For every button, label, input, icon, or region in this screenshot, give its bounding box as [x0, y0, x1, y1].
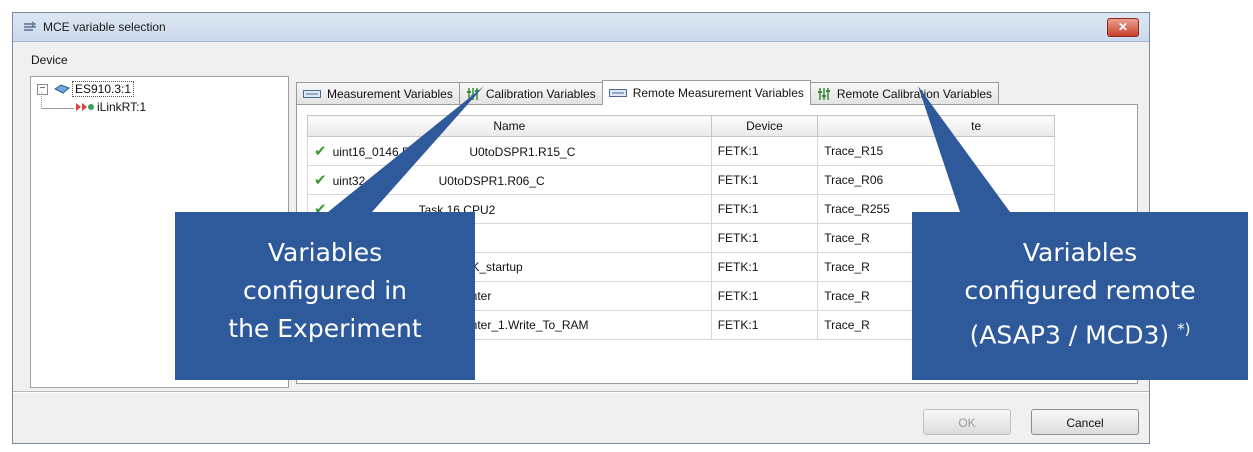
link-device-icon: [76, 103, 94, 111]
callout-line: Variables: [1022, 238, 1138, 267]
tab-remote-calibration-variables[interactable]: Remote Calibration Variables: [809, 82, 1000, 104]
calibration-icon: [466, 87, 479, 100]
tree-child-label: iLinkRT:1: [97, 100, 147, 114]
callout-line: Variables: [267, 238, 383, 267]
close-button[interactable]: ✕: [1107, 18, 1139, 37]
measurement-icon: [608, 89, 627, 97]
table-row[interactable]: ✔ uint16_0146.F U0toDSPR1.R15_C FETK:1 Tra…: [307, 136, 1055, 166]
device-cell: FETK:1: [710, 281, 819, 311]
callout-line: configured remote: [964, 276, 1196, 305]
device-module-icon: [54, 84, 70, 94]
column-header-trace[interactable]: te: [817, 115, 1055, 137]
remote-callout: Variables configured remote (ASAP3 / MCD…: [912, 212, 1248, 380]
callout-line: configured in: [242, 276, 408, 305]
variable-name: uint16_0146.F: [332, 145, 410, 159]
tree-child-node[interactable]: iLinkRT:1: [75, 100, 146, 114]
column-header-name[interactable]: Name: [307, 115, 712, 137]
tab-measurement-variables[interactable]: Measurement Variables: [296, 82, 460, 104]
window-title: MCE variable selection: [43, 20, 166, 34]
variable-selection-icon: [24, 21, 37, 31]
tab-calibration-variables[interactable]: Calibration Variables: [458, 82, 603, 104]
device-cell: FETK:1: [710, 194, 819, 224]
check-icon: ✔: [314, 172, 327, 189]
tab-label: Calibration Variables: [485, 86, 596, 101]
tab-strip: Measurement Variables Calibration Variab…: [296, 80, 1000, 105]
name-cell: ✔ uint32_0 U0toDSPR1.R06_C: [307, 165, 712, 195]
button-separator: [13, 391, 1149, 393]
callout-line: (ASAP3 / MCD3): [969, 320, 1170, 350]
ok-button[interactable]: OK: [923, 409, 1011, 435]
calibration-icon: [817, 87, 830, 100]
device-cell: FETK:1: [710, 223, 819, 253]
device-label: Device: [31, 53, 68, 67]
variable-name-suffix: U0toDSPR1.R06_C: [438, 174, 545, 188]
table-header-row: Name Device te: [307, 115, 1055, 137]
check-icon: ✔: [314, 143, 327, 160]
tab-label: Measurement Variables: [327, 86, 453, 101]
experiment-callout: Variables configured in the Experiment: [175, 212, 475, 380]
tree-connector: [41, 92, 43, 109]
trace-cell: Trace_R15: [817, 136, 1055, 166]
variable-name-suffix: U0toDSPR1.R15_C: [469, 145, 576, 159]
measurement-icon: [303, 89, 321, 98]
device-cell: FETK:1: [710, 136, 819, 166]
name-cell: ✔ uint16_0146.F U0toDSPR1.R15_C: [307, 136, 712, 166]
tree-connector: [42, 108, 74, 110]
device-cell: FETK:1: [710, 310, 819, 340]
footnote-mark: *): [1177, 320, 1191, 338]
tree-root-node[interactable]: − ES910.3:1: [37, 81, 135, 97]
cancel-button[interactable]: Cancel: [1031, 409, 1139, 435]
variable-name-suffix: unter_1.Write_To_RAM: [464, 318, 589, 332]
title-bar[interactable]: MCE variable selection ✕: [13, 13, 1149, 42]
device-cell: FETK:1: [710, 252, 819, 282]
tab-remote-measurement-variables[interactable]: Remote Measurement Variables: [601, 80, 811, 105]
tab-label: Remote Calibration Variables: [836, 86, 993, 101]
variable-name: uint32_0: [332, 174, 379, 188]
device-cell: FETK:1: [710, 165, 819, 195]
callout-line: the Experiment: [228, 314, 422, 343]
tab-label: Remote Measurement Variables: [632, 86, 804, 100]
table-row[interactable]: ✔ uint32_0 U0toDSPR1.R06_C FETK:1 Trace_R0…: [307, 165, 1055, 195]
tree-root-label: ES910.3:1: [72, 81, 135, 97]
callout-line-3: (ASAP3 / MCD3) *): [912, 310, 1248, 354]
trace-cell: Trace_R06: [817, 165, 1055, 195]
column-header-device[interactable]: Device: [710, 115, 819, 137]
